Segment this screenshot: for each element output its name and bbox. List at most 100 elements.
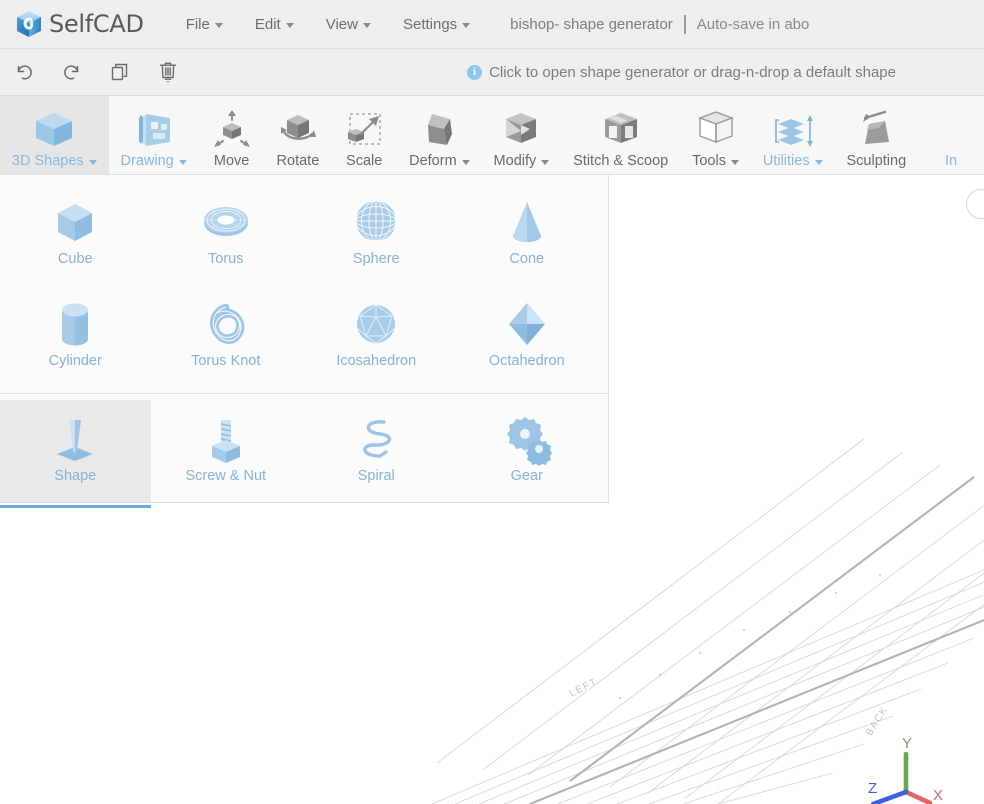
rotate-icon [277, 107, 319, 151]
ribbon-3d-shapes[interactable]: 3D Shapes [0, 96, 109, 174]
grid-label-left: LEFT [568, 676, 600, 699]
generator-gear[interactable]: Gear [452, 400, 603, 502]
chevron-down-icon [461, 159, 470, 165]
gear-shape-icon [500, 410, 554, 468]
ribbon-modify[interactable]: Modify [482, 96, 562, 174]
ribbon-image-to-3d-label: In [944, 153, 958, 169]
chevron-down-icon [285, 22, 294, 28]
image-3d-icon [930, 107, 972, 151]
shape-cylinder[interactable]: Cylinder [0, 285, 151, 387]
document-title[interactable]: bishop- shape generator [510, 16, 673, 33]
chevron-down-icon [88, 159, 97, 165]
undo-button[interactable] [0, 49, 48, 95]
shape-sphere[interactable]: Sphere [301, 183, 452, 285]
tools-icon [695, 107, 737, 151]
trash-icon [157, 60, 179, 84]
menu-view[interactable]: View [310, 12, 387, 37]
shape-cone-label: Cone [509, 251, 545, 267]
shape-sphere-label: Sphere [352, 251, 400, 267]
menu-bar: SelfCAD File Edit View Settings bishop- … [0, 0, 984, 49]
axis-label-y: Y [902, 735, 912, 752]
generator-shape-label: Shape [54, 468, 97, 484]
ribbon-tools[interactable]: Tools [680, 96, 751, 174]
shape-cube[interactable]: Cube [0, 183, 151, 285]
undo-icon [13, 61, 35, 83]
ribbon-scale[interactable]: Scale [331, 96, 397, 174]
icosahedron-shape-icon [350, 295, 402, 353]
shape-torus-label: Torus [208, 251, 244, 267]
modify-icon [500, 107, 542, 151]
shape-octahedron[interactable]: Octahedron [452, 285, 603, 387]
action-bar: i Click to open shape generator or drag-… [0, 49, 984, 96]
ribbon-stitch-scoop[interactable]: Stitch & Scoop [561, 96, 680, 174]
duplicate-button[interactable] [96, 49, 144, 95]
redo-button[interactable] [48, 49, 96, 95]
menu-settings[interactable]: Settings [387, 12, 486, 37]
shape-generators-grid: Shape Screw & Nut Spiral Gear [0, 394, 608, 508]
selfcad-application: SelfCAD File Edit View Settings bishop- … [0, 0, 984, 804]
ribbon-scale-label: Scale [346, 153, 383, 169]
shape-torus[interactable]: Torus [151, 183, 302, 285]
chevron-down-icon [362, 22, 371, 28]
utilities-icon [771, 107, 815, 151]
generator-screw-nut[interactable]: Screw & Nut [151, 400, 302, 502]
chevron-down-icon [214, 22, 223, 28]
ribbon-deform[interactable]: Deform [397, 96, 481, 174]
ribbon-image-to-3d[interactable]: In [918, 96, 984, 174]
shape-icosahedron[interactable]: Icosahedron [301, 285, 452, 387]
drawing-icon [134, 107, 174, 151]
copy-icon [109, 61, 131, 83]
divider [683, 14, 686, 34]
selfcad-cube-logo [14, 9, 44, 39]
info-icon: i [467, 64, 483, 80]
shape-cone[interactable]: Cone [452, 183, 603, 285]
ribbon-rotate[interactable]: Rotate [265, 96, 332, 174]
spiral-icon [350, 410, 402, 468]
ribbon-sculpting[interactable]: Sculpting [835, 96, 919, 174]
ribbon-rotate-label: Rotate [276, 153, 320, 169]
axis-gizmo[interactable]: Y X Z [846, 704, 956, 804]
chevron-down-icon [462, 22, 471, 28]
ribbon-drawing[interactable]: Drawing [109, 96, 199, 174]
ribbon-utilities[interactable]: Utilities [751, 96, 835, 174]
sculpting-icon [855, 107, 897, 151]
delete-button[interactable] [144, 49, 192, 95]
shape-cylinder-label: Cylinder [48, 353, 102, 369]
cube-icon [32, 107, 76, 151]
document-info: bishop- shape generator Auto-save in abo [510, 14, 810, 34]
octahedron-shape-icon [501, 295, 553, 353]
generator-spiral-label: Spiral [357, 468, 395, 484]
screw-nut-icon [200, 410, 252, 468]
ribbon-toolbar: 3D Shapes Drawing Move Rotate Scale Defo… [0, 96, 984, 175]
chevron-down-icon [541, 159, 550, 165]
stitch-scoop-icon [599, 107, 643, 151]
generator-spiral[interactable]: Spiral [301, 400, 452, 502]
redo-icon [61, 61, 83, 83]
ribbon-modify-label: Modify [494, 153, 550, 169]
shape-torus-knot[interactable]: Torus Knot [151, 285, 302, 387]
ribbon-utilities-label: Utilities [763, 153, 823, 169]
menu-view-label: View [325, 15, 358, 33]
generator-screw-nut-label: Screw & Nut [185, 468, 267, 484]
menu-file[interactable]: File [170, 12, 239, 37]
brand-name: SelfCAD [49, 10, 144, 38]
scale-icon [343, 107, 385, 151]
shape-cube-label: Cube [57, 251, 93, 267]
chevron-down-icon [814, 159, 823, 165]
menu-edit-label: Edit [254, 15, 281, 33]
ribbon-3d-shapes-label: 3D Shapes [12, 153, 97, 169]
ribbon-drawing-label: Drawing [121, 153, 187, 169]
autosave-status: Auto-save in abo [696, 15, 810, 33]
shape-generator-icon [49, 410, 101, 468]
hint-message: i Click to open shape generator or drag-… [467, 64, 984, 81]
ribbon-stitch-scoop-label: Stitch & Scoop [573, 153, 669, 169]
ribbon-tools-label: Tools [692, 153, 739, 169]
menu-edit[interactable]: Edit [239, 12, 310, 37]
app-brand[interactable]: SelfCAD [0, 9, 152, 39]
shape-torus-knot-label: Torus Knot [191, 353, 261, 369]
cylinder-shape-icon [49, 295, 101, 353]
hint-text: Click to open shape generator or drag-n-… [489, 63, 896, 81]
move-icon [211, 107, 253, 151]
ribbon-move[interactable]: Move [199, 96, 265, 174]
generator-shape[interactable]: Shape [0, 400, 151, 508]
